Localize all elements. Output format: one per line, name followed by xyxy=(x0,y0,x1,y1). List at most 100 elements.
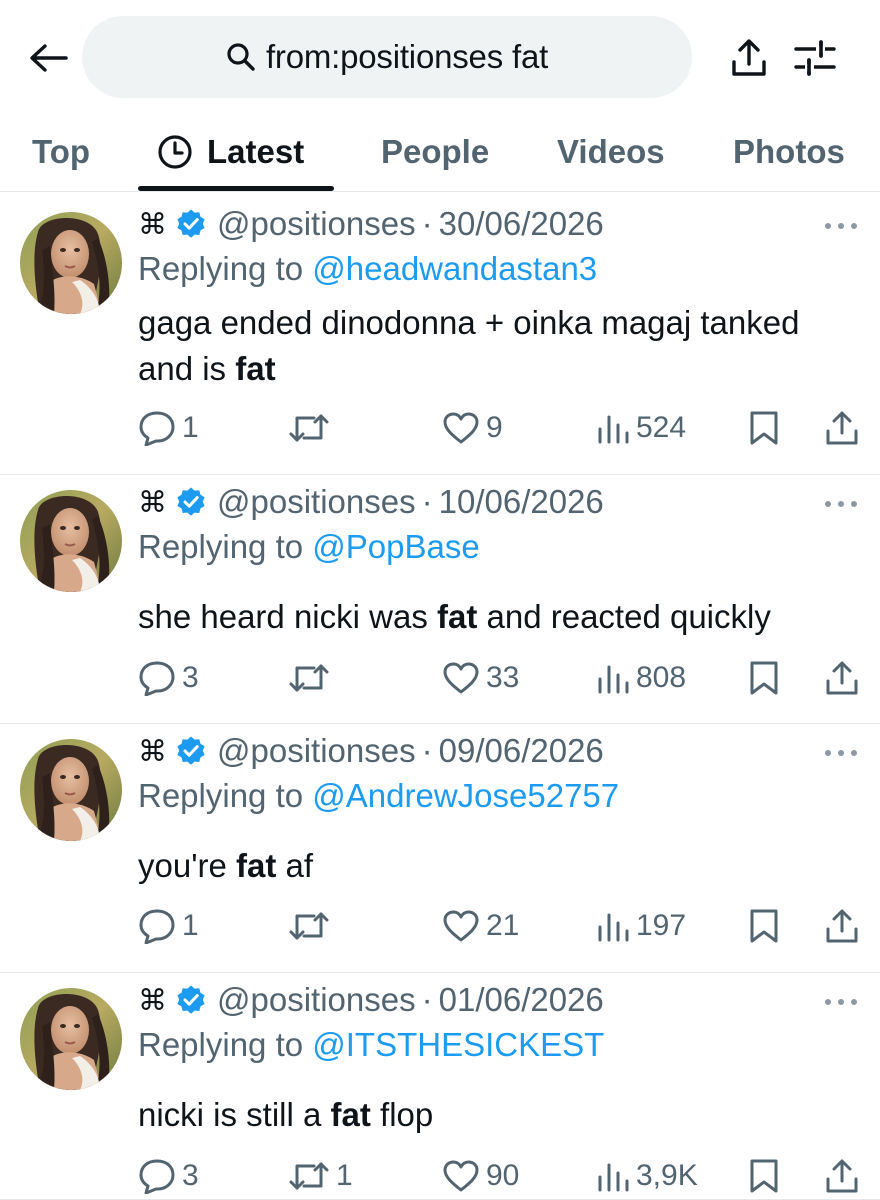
retweet-button[interactable]: 1 xyxy=(288,1154,353,1198)
tweet-header: ⌘ @positionses · 10/06/2026 xyxy=(138,480,604,524)
tweet-text-segment: you're xyxy=(138,847,237,884)
bookmark-button[interactable] xyxy=(748,1154,780,1198)
reply-icon xyxy=(138,410,176,446)
share-tweet-button[interactable] xyxy=(824,656,860,700)
verified-badge-icon xyxy=(175,486,207,518)
tweet-date[interactable]: 30/06/2026 xyxy=(439,205,604,243)
separator-dot: · xyxy=(421,205,433,242)
reply-count: 1 xyxy=(182,909,199,942)
search-query: from:positionses fat xyxy=(265,38,549,75)
like-count: 90 xyxy=(486,1159,520,1192)
verified-badge-icon xyxy=(175,208,207,240)
avatar[interactable] xyxy=(20,212,122,314)
tweet-text-segment: she heard nicki was xyxy=(138,598,437,635)
user-handle[interactable]: @positionses xyxy=(217,205,416,243)
tab-photos[interactable]: Photos xyxy=(733,112,845,192)
tweet-text-segment: flop xyxy=(370,1096,434,1133)
user-handle[interactable]: @positionses xyxy=(217,981,416,1019)
like-button[interactable]: 33 xyxy=(442,656,519,700)
retweet-button[interactable] xyxy=(288,904,336,948)
replying-to-handle[interactable]: @AndrewJose52757 xyxy=(312,777,619,814)
reply-button[interactable]: 1 xyxy=(138,406,199,450)
top-bar: from:positionses fat xyxy=(0,0,880,112)
like-icon xyxy=(442,909,480,943)
tab-people[interactable]: People xyxy=(381,112,489,192)
tweet[interactable]: ⌘ @positionses · 10/06/2026 Replying to … xyxy=(0,476,880,724)
tweet[interactable]: ⌘ @positionses · 01/06/2026 Replying to … xyxy=(0,974,880,1200)
separator-dot: · xyxy=(421,483,433,520)
share-tweet-button[interactable] xyxy=(824,904,860,948)
share-icon xyxy=(824,410,860,446)
like-button[interactable]: 90 xyxy=(442,1154,519,1198)
replying-to: Replying to @PopBase xyxy=(138,528,480,566)
search-tabs: Top Latest People Videos Photos xyxy=(0,112,880,192)
back-button[interactable] xyxy=(24,34,72,82)
tweet-text-segment: nicki is still a xyxy=(138,1096,331,1133)
highlighted-term: fat xyxy=(436,598,478,635)
like-icon xyxy=(442,1159,480,1193)
tab-videos[interactable]: Videos xyxy=(557,112,665,192)
tweet[interactable]: ⌘ @positionses · 09/06/2026 Replying to … xyxy=(0,725,880,973)
tweet-actions: 1 21 197 xyxy=(0,904,880,948)
replying-to-handle[interactable]: @ITSTHESICKEST xyxy=(312,1026,604,1063)
user-handle[interactable]: @positionses xyxy=(217,483,416,521)
avatar[interactable] xyxy=(20,739,122,841)
share-tweet-button[interactable] xyxy=(824,406,860,450)
tab-top[interactable]: Top xyxy=(32,112,90,192)
search-icon xyxy=(227,43,255,71)
tweet-date[interactable]: 09/06/2026 xyxy=(439,732,604,770)
retweet-icon xyxy=(288,411,330,445)
reply-button[interactable]: 3 xyxy=(138,1154,199,1198)
reply-icon xyxy=(138,908,176,944)
bookmark-button[interactable] xyxy=(748,656,780,700)
separator-dot: · xyxy=(421,732,433,769)
verified-badge-icon xyxy=(175,735,207,767)
tab-label: People xyxy=(381,133,490,170)
bookmark-button[interactable] xyxy=(748,904,780,948)
more-icon[interactable] xyxy=(824,743,858,763)
display-name[interactable]: ⌘ xyxy=(138,734,167,769)
tweet-body: gaga ended dinodonna + oinka magaj tanke… xyxy=(138,300,850,392)
display-name[interactable]: ⌘ xyxy=(138,207,167,242)
views-button[interactable]: 197 xyxy=(596,904,686,948)
retweet-button[interactable] xyxy=(288,656,336,700)
like-count: 33 xyxy=(486,661,520,694)
share-tweet-button[interactable] xyxy=(824,1154,860,1198)
avatar[interactable] xyxy=(20,988,122,1090)
replying-to-label: Replying to xyxy=(138,250,313,287)
views-button[interactable]: 808 xyxy=(596,656,686,700)
highlighted-term: fat xyxy=(235,350,276,387)
search-input[interactable]: from:positionses fat xyxy=(82,16,692,98)
tweet-body: nicki is still a fat flop xyxy=(138,1092,850,1138)
tab-latest[interactable]: Latest xyxy=(157,112,304,192)
bookmark-button[interactable] xyxy=(748,406,780,450)
views-button[interactable]: 3,9K xyxy=(596,1154,698,1198)
more-icon[interactable] xyxy=(824,494,858,514)
more-icon[interactable] xyxy=(824,992,858,1012)
tweet-date[interactable]: 10/06/2026 xyxy=(439,483,604,521)
reply-button[interactable]: 3 xyxy=(138,656,199,700)
reply-button[interactable]: 1 xyxy=(138,904,199,948)
replying-to-handle[interactable]: @headwandastan3 xyxy=(312,250,597,287)
tweet-header: ⌘ @positionses · 01/06/2026 xyxy=(138,978,604,1022)
retweet-button[interactable] xyxy=(288,406,336,450)
display-name[interactable]: ⌘ xyxy=(138,983,167,1018)
highlighted-term: fat xyxy=(330,1096,371,1133)
tweet-body: you're fat af xyxy=(138,843,850,889)
avatar[interactable] xyxy=(20,490,122,592)
like-button[interactable]: 9 xyxy=(442,406,503,450)
replying-to-handle[interactable]: @PopBase xyxy=(312,528,479,565)
more-icon[interactable] xyxy=(824,216,858,236)
like-button[interactable]: 21 xyxy=(442,904,519,948)
tab-label: Photos xyxy=(733,133,845,170)
user-handle[interactable]: @positionses xyxy=(217,732,416,770)
tweet[interactable]: ⌘ @positionses · 30/06/2026 Replying to … xyxy=(0,198,880,475)
tweet-date[interactable]: 01/06/2026 xyxy=(439,981,604,1019)
display-name[interactable]: ⌘ xyxy=(138,485,167,520)
views-button[interactable]: 524 xyxy=(596,406,686,450)
search-filter-button[interactable] xyxy=(790,34,840,82)
share-button[interactable] xyxy=(724,34,774,82)
share-icon xyxy=(824,660,860,696)
share-icon xyxy=(824,908,860,944)
like-count: 21 xyxy=(486,909,520,942)
